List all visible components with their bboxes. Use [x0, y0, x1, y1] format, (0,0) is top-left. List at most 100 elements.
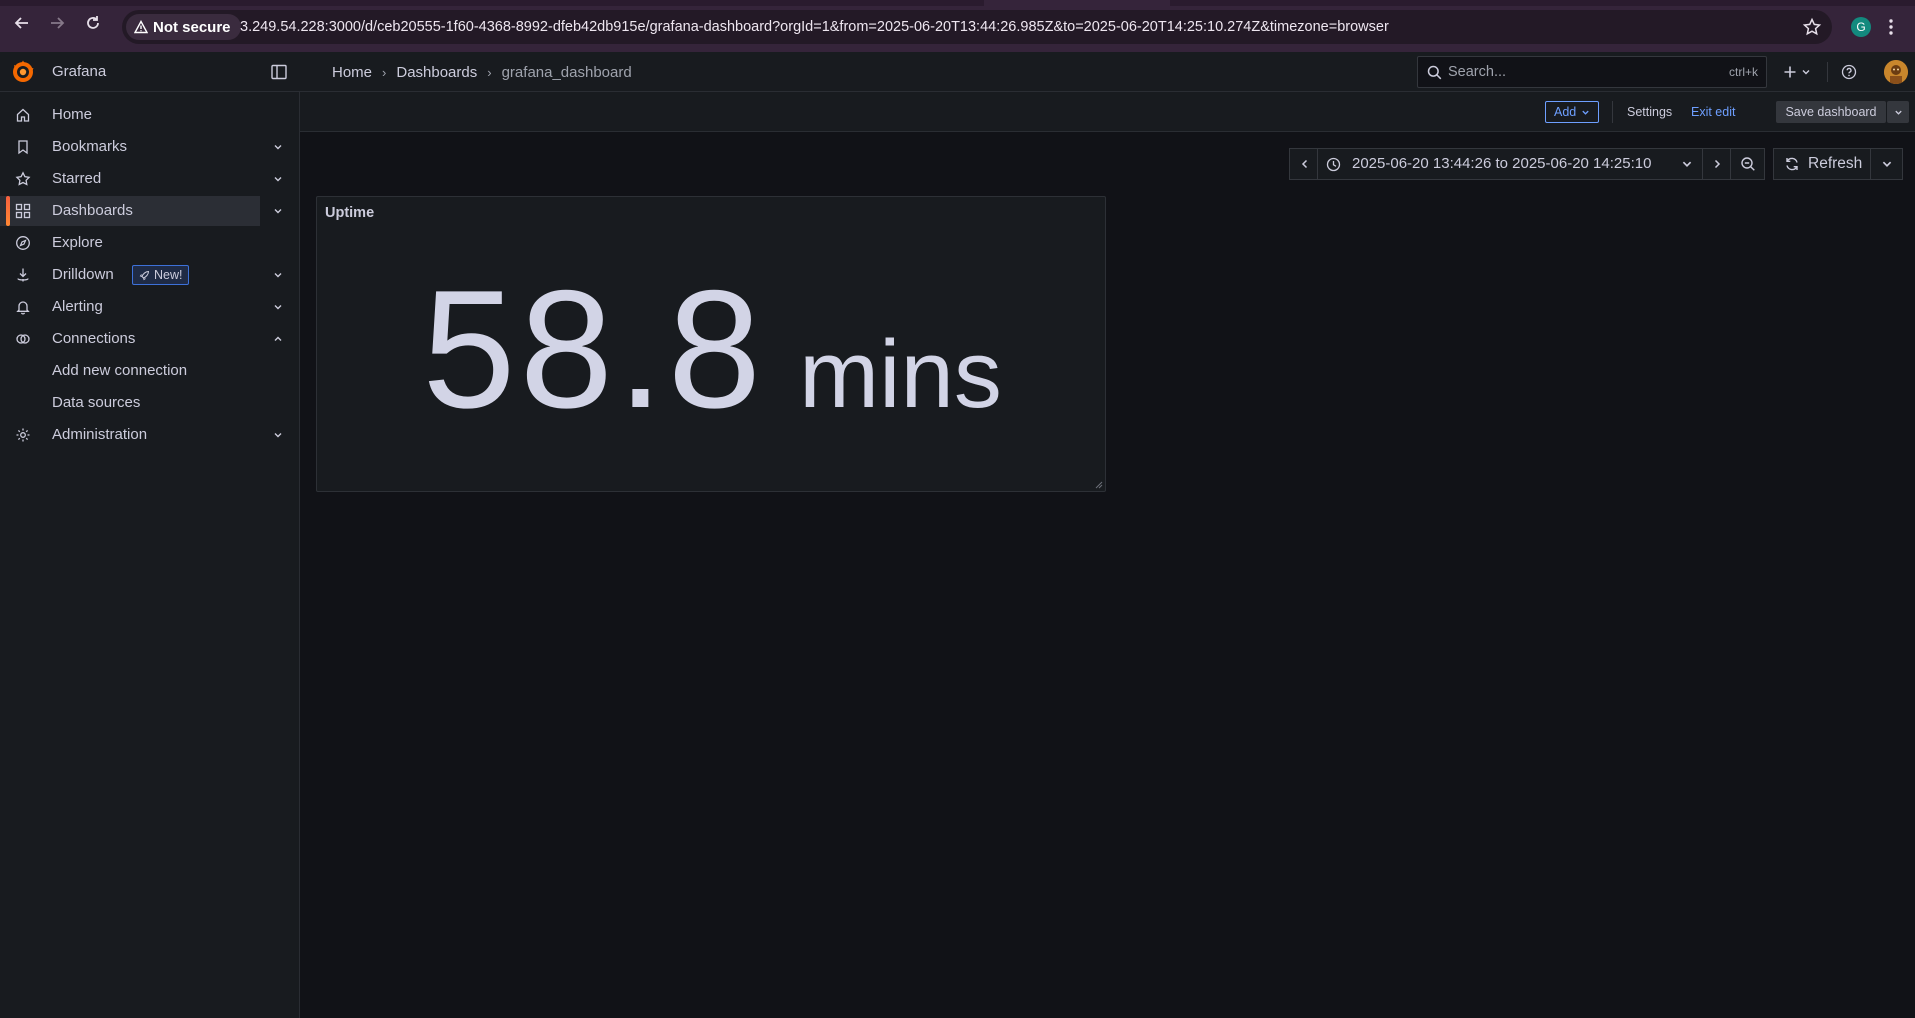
sidebar-item-home[interactable]: Home [0, 100, 260, 130]
sidebar-item-data-sources[interactable]: Data sources [0, 388, 260, 418]
chevron-down-icon[interactable] [273, 430, 283, 440]
search-input[interactable]: Search... ctrl+k [1417, 56, 1767, 88]
chevron-down-icon [1582, 110, 1589, 115]
time-range-from: 2025-06-20 13:44:26 [1352, 155, 1492, 172]
breadcrumb-separator: › [382, 64, 387, 80]
sidebar-item-add-new-connection[interactable]: Add new connection [0, 356, 260, 386]
security-chip[interactable]: Not secure [126, 14, 241, 40]
resize-handle-icon[interactable] [1093, 479, 1103, 489]
time-range-picker[interactable]: 2025-06-20 13:44:26 to 2025-06-20 14:25:… [1317, 148, 1703, 180]
settings-button[interactable]: Settings [1627, 92, 1672, 132]
sync-icon [1784, 156, 1800, 172]
uptime-panel[interactable]: Uptime 58.8 mins [316, 196, 1106, 492]
grafana-logo-icon[interactable] [10, 59, 36, 85]
chevron-down-icon[interactable] [273, 270, 283, 280]
dock-menu-icon[interactable] [270, 63, 288, 81]
sidebar-item-explore[interactable]: Explore [0, 228, 260, 258]
sidebar: Home Bookmarks Starred Dashboards Explor… [0, 92, 300, 1018]
stat-display: 58.8 mins [317, 255, 1107, 443]
chevron-down-icon[interactable] [273, 142, 283, 152]
chevron-down-icon[interactable] [273, 174, 283, 184]
warning-icon [134, 20, 148, 34]
active-indicator [6, 196, 10, 226]
sidebar-item-administration[interactable]: Administration [0, 420, 282, 450]
back-icon[interactable] [13, 14, 31, 32]
breadcrumb-current: grafana_dashboard [501, 63, 632, 81]
sidebar-item-label: Drilldown [52, 266, 114, 283]
bookmark-icon [15, 139, 31, 155]
star-icon [15, 171, 31, 187]
chevron-down-icon [1881, 158, 1895, 172]
zoom-out-button[interactable] [1730, 148, 1765, 180]
breadcrumb-home[interactable]: Home [332, 64, 372, 81]
refresh-interval-dropdown[interactable] [1870, 148, 1903, 180]
reload-icon[interactable] [84, 14, 102, 32]
forward-icon[interactable] [48, 14, 66, 32]
help-icon[interactable] [1841, 64, 1857, 80]
save-options-dropdown[interactable] [1887, 101, 1909, 123]
stat-unit: mins [799, 321, 1002, 428]
link-icon [15, 331, 31, 347]
save-dashboard-button[interactable]: Save dashboard [1776, 101, 1886, 123]
sidebar-item-dashboards[interactable]: Dashboards [0, 196, 282, 226]
address-bar[interactable]: Not secure 3.249.54.228:3000/d/ceb20555-… [122, 10, 1832, 44]
panel-title[interactable]: Uptime [325, 205, 374, 221]
sidebar-item-label: Connections [52, 330, 136, 347]
browser-menu-icon[interactable] [1888, 17, 1894, 37]
new-badge: New! [132, 265, 190, 285]
brand-name: Grafana [52, 63, 107, 80]
time-range-to-word: to [1495, 155, 1508, 172]
chevron-down-icon [1894, 110, 1902, 115]
breadcrumb: Home › Dashboards › grafana_dashboard [332, 52, 632, 92]
chevron-down-icon[interactable] [273, 302, 283, 312]
bookmark-star-icon[interactable] [1802, 17, 1822, 37]
plus-icon [1784, 66, 1796, 78]
exit-edit-button[interactable]: Exit edit [1691, 92, 1735, 132]
active-tab[interactable] [984, 0, 1170, 6]
breadcrumb-separator: › [487, 64, 492, 80]
apps-icon [15, 203, 31, 219]
zoom-out-icon [1740, 156, 1756, 172]
browser-toolbar: Not secure 3.249.54.228:3000/d/ceb20555-… [0, 0, 1915, 52]
sidebar-item-label: Dashboards [52, 202, 133, 219]
add-button-label: Add [1554, 105, 1577, 119]
search-placeholder: Search... [1448, 64, 1507, 80]
chevron-down-icon [1681, 158, 1695, 172]
time-range-forward-button[interactable] [1702, 148, 1731, 180]
breadcrumb-dashboards[interactable]: Dashboards [396, 64, 477, 81]
chevron-down-icon [1802, 70, 1810, 75]
url-text[interactable]: 3.249.54.228:3000/d/ceb20555-1f60-4368-8… [240, 10, 1389, 44]
sidebar-item-label: Explore [52, 234, 103, 251]
sidebar-item-connections[interactable]: Connections [0, 324, 282, 354]
sidebar-item-label: Bookmarks [52, 138, 128, 155]
time-range-label: 2025-06-20 13:44:26 to 2025-06-20 14:25:… [1352, 149, 1651, 179]
grafana-topbar: Grafana Home › Dashboards › grafana_dash… [0, 52, 1915, 92]
dashboard-edit-toolbar: Add Settings Exit edit Save dashboard [300, 92, 1915, 132]
user-avatar[interactable] [1884, 60, 1908, 84]
time-range-to: 2025-06-20 14:25:10 [1512, 155, 1652, 172]
stat-value: 58.8 [422, 255, 766, 443]
drilldown-icon [15, 267, 31, 283]
topbar-divider [1827, 62, 1828, 82]
sidebar-item-bookmarks[interactable]: Bookmarks [0, 132, 282, 162]
refresh-label: Refresh [1808, 155, 1863, 172]
sidebar-item-label: Starred [52, 170, 102, 187]
sidebar-item-label: Add new connection [52, 362, 188, 379]
chevron-left-icon [1298, 157, 1312, 171]
sidebar-item-alerting[interactable]: Alerting [0, 292, 282, 322]
refresh-button[interactable]: Refresh [1773, 148, 1871, 180]
chevron-up-icon[interactable] [273, 334, 283, 344]
add-button[interactable]: Add [1545, 101, 1600, 123]
sidebar-item-label: Home [52, 106, 93, 123]
new-menu-button[interactable] [1782, 64, 1816, 80]
browser-profile-avatar[interactable]: G [1851, 17, 1871, 37]
chevron-down-icon[interactable] [273, 206, 283, 216]
compass-icon [15, 235, 31, 251]
time-range-back-button[interactable] [1289, 148, 1318, 180]
sidebar-item-label: Alerting [52, 298, 103, 315]
new-badge-label: New! [154, 268, 183, 282]
toolbar-divider [1612, 101, 1613, 123]
clock-icon [1326, 157, 1341, 172]
sidebar-item-starred[interactable]: Starred [0, 164, 282, 194]
sidebar-item-drilldown[interactable]: Drilldown New! [0, 260, 282, 290]
